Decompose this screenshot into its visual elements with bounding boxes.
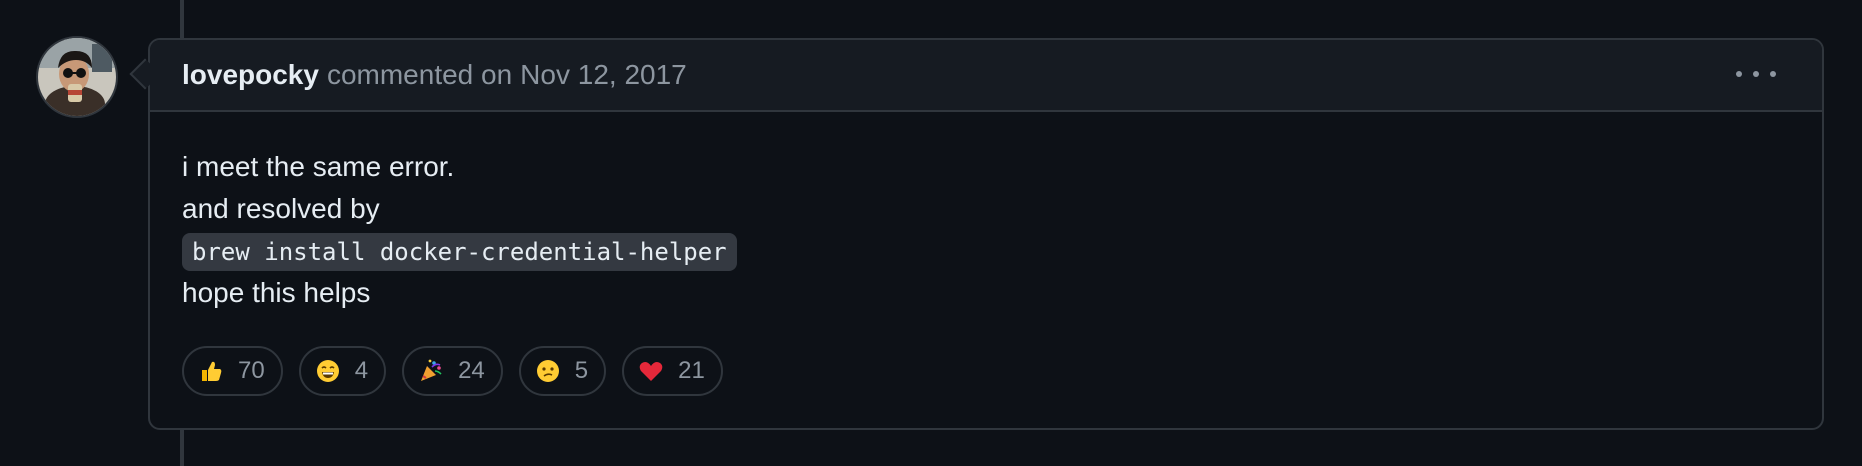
reaction-count: 21 [678,357,705,384]
reaction-count: 4 [354,357,369,384]
reaction-hooray-button[interactable]: 24 [402,346,503,396]
reaction-count: 5 [574,357,589,384]
timeline-comment: lovepocky commented on Nov 12, 2017 i me… [0,0,1862,466]
more-options-icon[interactable] [1736,66,1776,82]
avatar[interactable] [36,36,118,118]
comment-box: lovepocky commented on Nov 12, 2017 i me… [148,38,1824,430]
comment-text-line: i meet the same error. [182,151,455,182]
hooray-icon [418,358,444,384]
laugh-icon [315,358,341,384]
reaction-laugh-button[interactable]: 4 [298,346,387,396]
reaction-heart-button[interactable]: 21 [622,346,723,396]
comment-text-line: and resolved by [182,193,380,224]
confused-icon [535,358,561,384]
comment-header: lovepocky commented on Nov 12, 2017 [150,40,1822,112]
avatar-photo [38,38,116,116]
comment-body: i meet the same error. and resolved by b… [150,112,1822,314]
heart-icon [638,358,664,384]
author-link[interactable]: lovepocky [182,59,319,91]
reaction-count: 24 [458,357,485,384]
inline-code: brew install docker-credential-helper [182,233,737,271]
comment-date-link[interactable]: Nov 12, 2017 [520,59,687,91]
reaction-confused-button[interactable]: 5 [518,346,607,396]
comment-action-text: commented on [326,59,513,90]
thumbs-up-icon [198,358,224,384]
reaction-thumbs-up-button[interactable]: 70 [182,346,283,396]
reactions-bar: 70 4 24 5 21 [182,346,723,396]
comment-text-line: hope this helps [182,277,371,308]
reaction-count: 70 [238,357,265,384]
